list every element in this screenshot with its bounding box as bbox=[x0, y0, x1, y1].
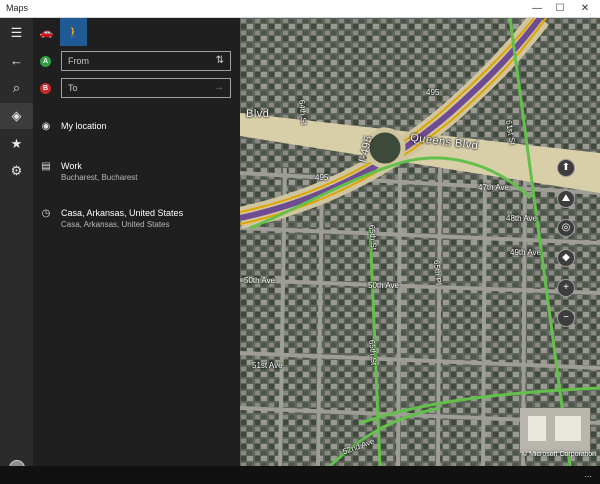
layers-button[interactable]: ◆ bbox=[557, 249, 575, 267]
icon-rail: ☰ ← ⌕ ◈ ★ ⚙ bbox=[0, 18, 33, 476]
search-icon[interactable]: ⌕ bbox=[0, 75, 33, 101]
history-icon: ◷ bbox=[41, 208, 51, 219]
map-label-blvd: Blvd bbox=[246, 108, 270, 120]
favorites-icon[interactable]: ★ bbox=[0, 131, 33, 157]
directions-icon[interactable]: ◈ bbox=[0, 103, 33, 129]
bottom-bar: ... bbox=[0, 466, 600, 484]
zoom-in-button[interactable]: + bbox=[557, 279, 575, 297]
menu-icon[interactable]: ☰ bbox=[0, 20, 33, 46]
list-item-casa[interactable]: ◷ Casa, Arkansas, United States Casa, Ar… bbox=[33, 208, 240, 236]
tilt-button[interactable]: ⛰ bbox=[557, 190, 575, 208]
from-placeholder: From bbox=[68, 56, 89, 66]
close-button[interactable]: ✕ bbox=[573, 0, 597, 18]
map-label-50th-ave-left: 50th Ave bbox=[244, 276, 275, 285]
list-item-subtitle: Bucharest, Bucharest bbox=[61, 173, 138, 182]
title-bar: Maps — ☐ ✕ bbox=[0, 0, 600, 18]
window-title: Maps bbox=[6, 3, 29, 13]
map-label-51st-ave: 51st Ave bbox=[252, 361, 283, 370]
copyright-text: © Microsoft Corporation bbox=[522, 451, 597, 458]
settings-icon[interactable]: ⚙ bbox=[0, 158, 33, 184]
list-item-title: Work bbox=[61, 161, 82, 171]
from-badge: A bbox=[40, 56, 51, 67]
maximize-button[interactable]: ☐ bbox=[548, 0, 572, 18]
go-arrow-icon[interactable]: → bbox=[214, 79, 224, 97]
maps-window: Maps — ☐ ✕ ☰ ← ⌕ ◈ ★ ⚙ 🚗 🚶 A From ⇅ B To… bbox=[0, 0, 600, 484]
building-icon: ▤ bbox=[41, 161, 51, 172]
swap-icon[interactable]: ⇅ bbox=[216, 52, 224, 70]
zoom-out-button[interactable]: − bbox=[557, 309, 575, 327]
map-shield-495-a: 495 bbox=[426, 88, 440, 97]
car-mode-tab[interactable]: 🚗 bbox=[33, 18, 60, 46]
map-label-47th-ave: 47th Ave bbox=[478, 183, 509, 192]
from-input[interactable]: From ⇅ bbox=[61, 51, 231, 71]
map-label-50th-ave-center: 50th Ave bbox=[368, 281, 399, 290]
list-item-title: Casa, Arkansas, United States bbox=[61, 208, 184, 218]
location-icon: ◉ bbox=[41, 121, 51, 132]
list-item-title: My location bbox=[61, 121, 107, 131]
to-placeholder: To bbox=[68, 83, 78, 93]
back-icon[interactable]: ← bbox=[0, 47, 33, 73]
map-label-48th-ave: 48th Ave bbox=[506, 214, 537, 223]
directions-panel: 🚗 🚶 A From ⇅ B To → ◉ My location ▤ Work… bbox=[33, 18, 240, 466]
list-item-subtitle: Casa, Arkansas, United States bbox=[61, 220, 170, 229]
minimize-button[interactable]: — bbox=[525, 0, 549, 18]
map-shield-495-b: 495 bbox=[315, 173, 329, 182]
to-badge: B bbox=[40, 83, 51, 94]
walk-mode-tab[interactable]: 🚶 bbox=[60, 18, 87, 46]
locate-button[interactable]: ◎ bbox=[557, 219, 575, 237]
map-label-49th-ave: 49th Ave bbox=[510, 248, 541, 257]
compass-button[interactable]: ⬆ bbox=[557, 159, 575, 177]
map-view[interactable]: Blvd Queens Blvd I-495 495 495 47th Ave … bbox=[240, 18, 600, 466]
list-item-work[interactable]: ▤ Work Bucharest, Bucharest bbox=[33, 161, 240, 189]
to-input[interactable]: To → bbox=[61, 78, 231, 98]
more-options-icon[interactable]: ... bbox=[584, 469, 592, 479]
list-item-my-location[interactable]: ◉ My location bbox=[33, 121, 240, 149]
aerial-map-image bbox=[240, 18, 600, 466]
